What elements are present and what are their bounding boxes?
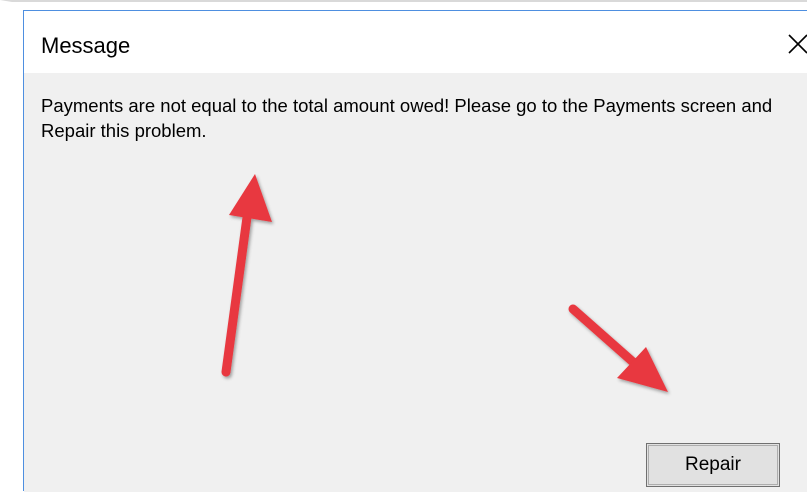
close-button[interactable] — [776, 24, 807, 64]
title-bar[interactable]: Message — [24, 11, 807, 73]
message-text: Payments are not equal to the total amou… — [41, 95, 773, 141]
dialog-title: Message — [41, 33, 131, 58]
dialog-content: Payments are not equal to the total amou… — [24, 73, 807, 492]
dialog-frame: Message Payments are not equal to the to… — [23, 10, 807, 492]
close-icon — [788, 34, 807, 54]
repair-button[interactable]: Repair — [646, 443, 780, 487]
message-dialog: Message Payments are not equal to the to… — [0, 0, 807, 492]
